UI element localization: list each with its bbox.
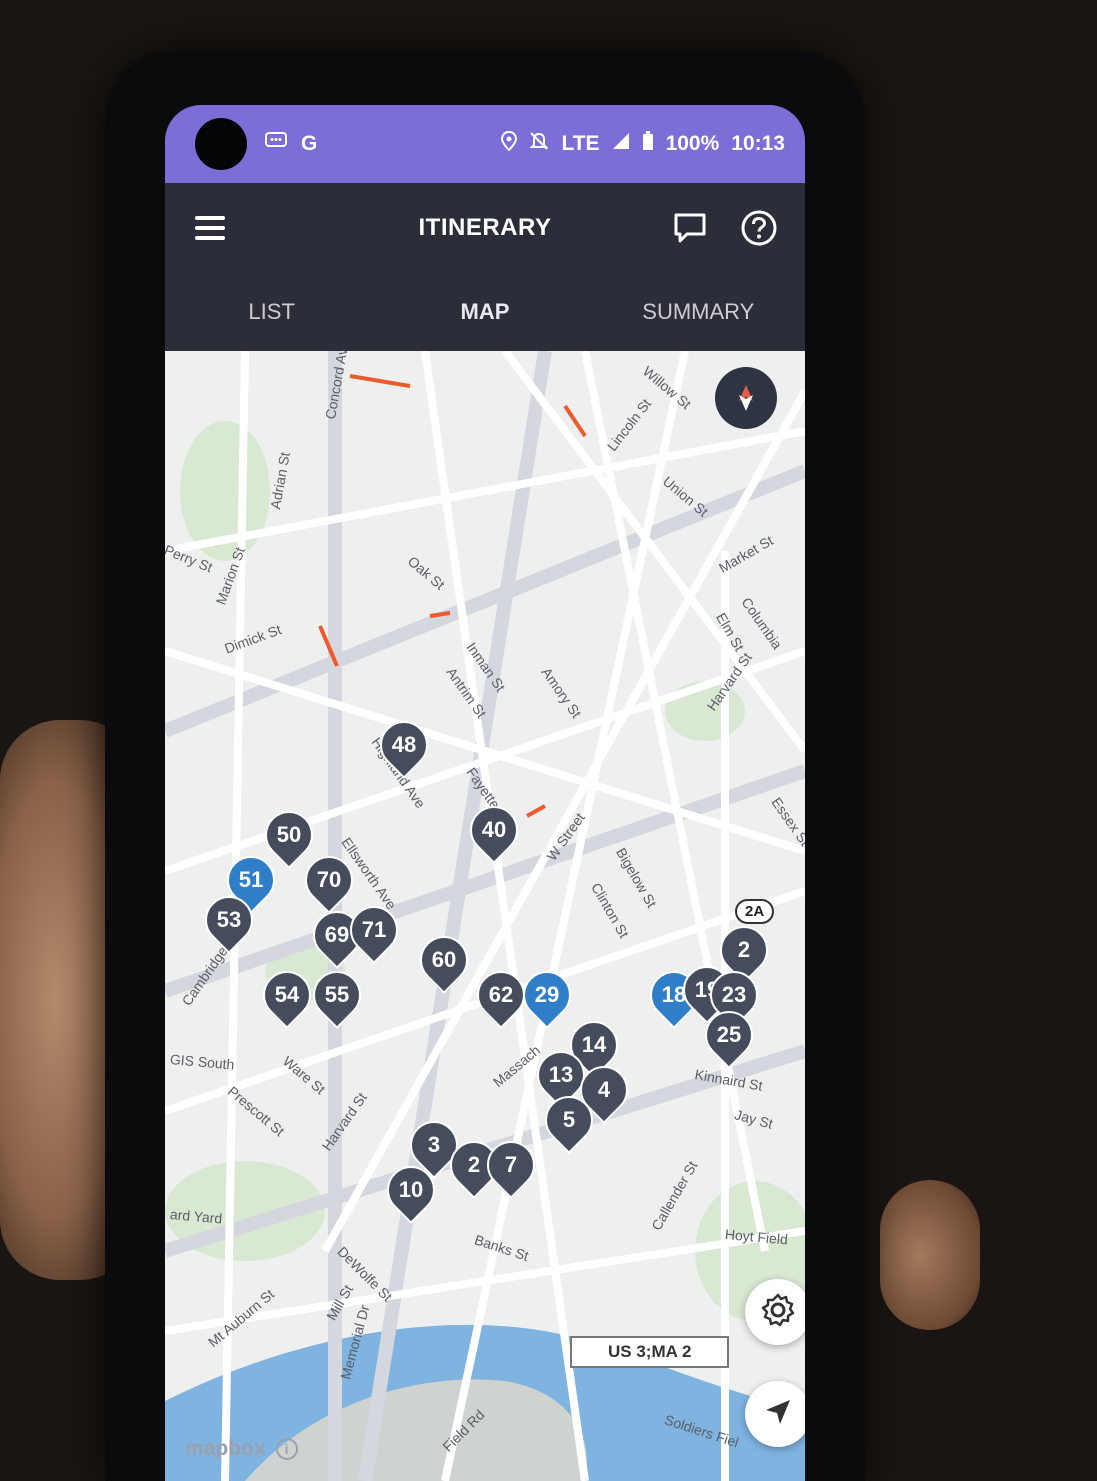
battery-icon — [642, 131, 654, 157]
stop-number: 13 — [548, 1062, 574, 1087]
settings-button[interactable] — [745, 1279, 805, 1345]
clock: 10:13 — [731, 132, 785, 155]
stop-number: 70 — [316, 867, 342, 892]
battery-level: 100% — [665, 132, 720, 155]
tab-summary[interactable]: SUMMARY — [592, 273, 805, 351]
front-camera — [195, 118, 247, 170]
chat-bubble-icon[interactable] — [673, 212, 707, 244]
signal-icon — [612, 132, 630, 156]
mapbox-logo: mapbox — [185, 1437, 266, 1460]
tab-map[interactable]: MAP — [378, 273, 591, 351]
gear-icon — [760, 1292, 796, 1333]
stop-number: 5 — [562, 1107, 576, 1132]
stop-number: 10 — [398, 1177, 424, 1202]
stop-number: 2 — [737, 937, 751, 962]
stop-number: 7 — [504, 1152, 518, 1177]
tab-bar: LIST MAP SUMMARY — [165, 273, 805, 351]
route-shield: US 3;MA 2 — [570, 1336, 730, 1368]
stop-number: 29 — [534, 982, 560, 1007]
stop-number: 53 — [216, 907, 242, 932]
stop-number: 50 — [276, 822, 302, 847]
help-circle-icon[interactable] — [741, 210, 777, 246]
network-label: LTE — [561, 132, 600, 155]
stop-number: 60 — [431, 947, 457, 972]
phone-screen: G LTE 100% 10:13 ITINERARY LIST MAP SUMM… — [165, 105, 805, 1481]
locate-button[interactable] — [745, 1381, 805, 1447]
map-view[interactable]: Willow St Lincoln St Union St Concord Ave Ad… — [165, 351, 805, 1481]
stop-number: 62 — [488, 982, 514, 1007]
navigation-arrow-icon — [762, 1396, 794, 1433]
tab-list[interactable]: LIST — [165, 273, 378, 351]
stop-number: 25 — [716, 1022, 742, 1047]
google-g-icon: G — [301, 132, 318, 155]
stop-number: 40 — [481, 817, 507, 842]
stop-number: 54 — [274, 982, 300, 1007]
compass-icon[interactable] — [715, 367, 777, 429]
mute-icon — [529, 131, 549, 157]
route-badge: 2A — [735, 899, 775, 924]
status-bar: G LTE 100% 10:13 — [165, 105, 805, 183]
app-header: ITINERARY — [165, 183, 805, 273]
stop-number: 48 — [391, 732, 417, 757]
stop-number: 55 — [324, 982, 350, 1007]
background-hand-right — [880, 1180, 980, 1330]
stop-number: 71 — [361, 917, 387, 942]
message-notification-icon — [265, 132, 287, 156]
location-icon — [501, 130, 518, 157]
mapbox-attribution[interactable]: mapbox i — [185, 1437, 298, 1461]
info-icon[interactable]: i — [275, 1438, 298, 1460]
